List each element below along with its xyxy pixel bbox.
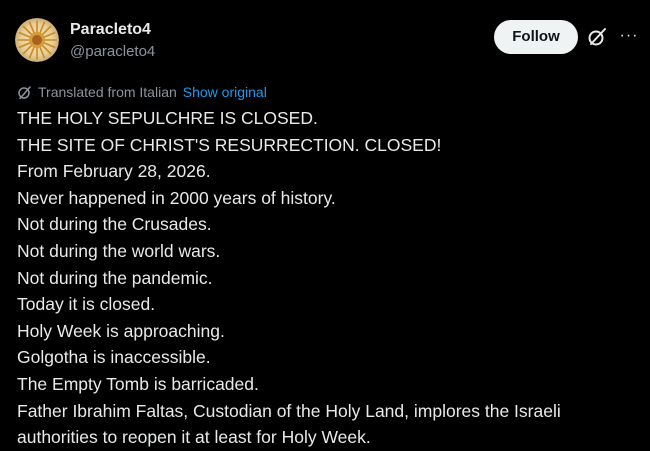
tweet-line: Never happened in 2000 years of history. (17, 187, 336, 208)
display-name[interactable]: Paracleto4 (70, 20, 151, 40)
user-handle[interactable]: @paracleto4 (70, 42, 155, 62)
tweet-line: Father Ibrahim Faltas, Custodian of the … (17, 400, 561, 421)
tweet-line: Not during the Crusades. (17, 214, 212, 235)
follow-button[interactable]: Follow (494, 20, 578, 54)
translated-label: Translated from Italian (38, 84, 177, 100)
tweet-line: Holy Week is approaching. (17, 320, 225, 341)
tweet-line: THE HOLY SEPULCHRE IS CLOSED. (17, 108, 318, 128)
show-original-link[interactable]: Show original (183, 84, 267, 100)
tweet-line: Today it is closed. (17, 294, 156, 315)
tweet-line: From February 28, 2026. (17, 161, 211, 182)
tweet-line: Golgotha is inaccessible. (17, 347, 211, 368)
tweet-line: The Empty Tomb is barricaded. (17, 373, 259, 394)
translate-icon (17, 85, 32, 100)
tweet-line: THE SITE OF CHRIST'S RESURRECTION. CLOSE… (17, 134, 442, 155)
grok-icon[interactable] (586, 26, 608, 48)
avatar[interactable] (15, 18, 59, 62)
avatar-sun-icon (15, 18, 59, 62)
translation-notice: Translated from Italian Show original (17, 82, 267, 102)
tweet-line: authorities to reopen it at least for Ho… (17, 427, 371, 448)
more-options-icon[interactable]: ··· (616, 24, 642, 48)
tweet-line: Not during the pandemic. (17, 267, 213, 288)
tweet-text: THE HOLY SEPULCHRE IS CLOSED. THE SITE O… (17, 105, 647, 451)
tweet-line: Not during the world wars. (17, 240, 221, 261)
